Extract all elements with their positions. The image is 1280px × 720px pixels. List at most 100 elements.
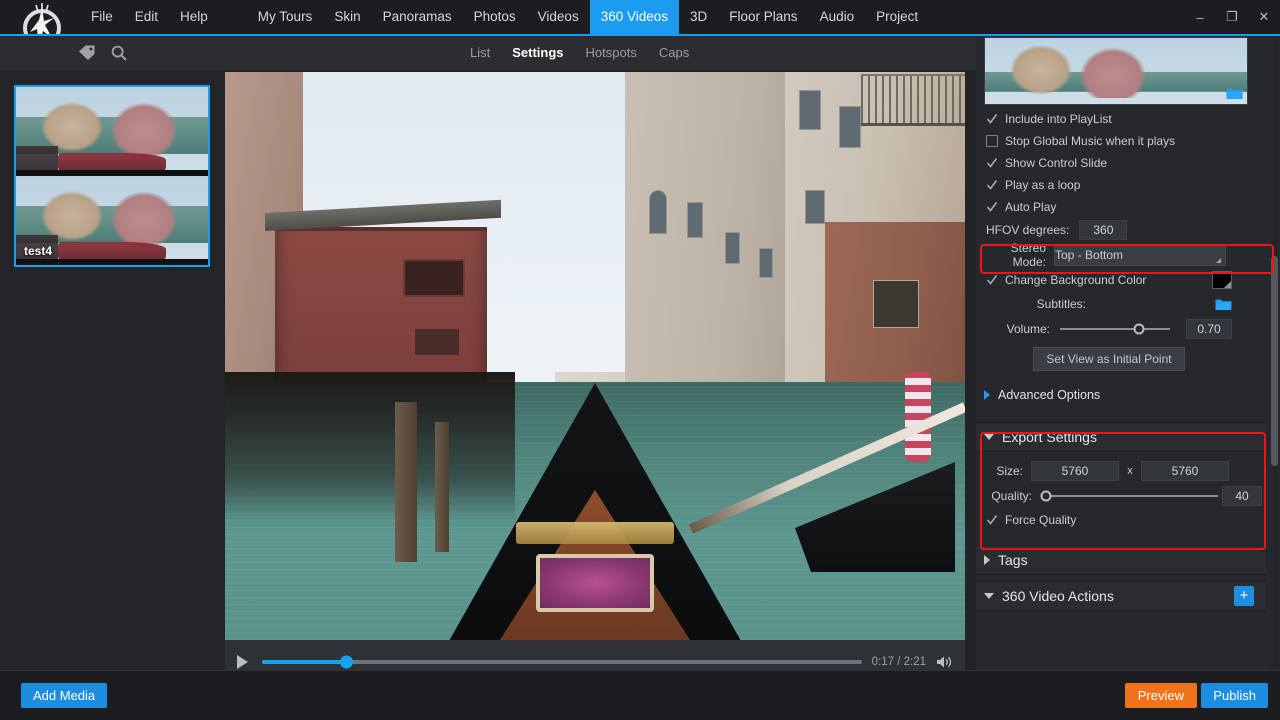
nav-360-videos[interactable]: 360 Videos bbox=[589, 0, 680, 34]
minimize-icon[interactable]: – bbox=[1184, 0, 1216, 34]
play-icon[interactable] bbox=[237, 655, 248, 669]
checkbox-checked-icon bbox=[986, 274, 998, 286]
video-actions-section-header[interactable]: 360 Video Actions + bbox=[976, 581, 1266, 611]
seek-handle[interactable] bbox=[339, 655, 353, 669]
restore-icon[interactable]: ❐ bbox=[1216, 0, 1248, 34]
close-icon[interactable]: ✕ bbox=[1248, 0, 1280, 34]
tab-list[interactable]: List bbox=[470, 36, 490, 70]
scene-piling bbox=[395, 402, 417, 562]
menu-file[interactable]: File bbox=[80, 0, 124, 34]
video-source-preview[interactable] bbox=[984, 37, 1248, 105]
scene-window bbox=[839, 106, 861, 148]
checkbox-unchecked-icon bbox=[986, 135, 998, 147]
stereo-mode-label: Stereo Mode: bbox=[1010, 241, 1046, 269]
advanced-options-section[interactable]: Advanced Options bbox=[976, 382, 1266, 408]
folder-icon[interactable] bbox=[1215, 297, 1232, 311]
tab-hotspots[interactable]: Hotspots bbox=[586, 36, 637, 70]
option-label: Include into PlayList bbox=[1005, 112, 1112, 126]
option-label: Auto Play bbox=[1005, 200, 1057, 214]
triangle-down-icon bbox=[984, 434, 994, 440]
option-include-playlist[interactable]: Include into PlayList bbox=[976, 108, 1266, 130]
export-settings-header[interactable]: Export Settings bbox=[976, 422, 1266, 452]
scene-shed-window bbox=[415, 329, 459, 355]
export-settings-section: Export Settings Size: 5760 x 5760 Qualit… bbox=[976, 422, 1266, 537]
video-seek-bar[interactable] bbox=[262, 655, 862, 669]
quality-slider-handle[interactable] bbox=[1040, 490, 1052, 502]
nav-videos[interactable]: Videos bbox=[527, 0, 590, 34]
thumbnail-item-test4[interactable]: test4 bbox=[14, 85, 210, 267]
nav-audio[interactable]: Audio bbox=[809, 0, 866, 34]
pano-bottom-strip bbox=[16, 258, 208, 265]
scene-window bbox=[759, 248, 773, 278]
scene-piling bbox=[435, 422, 449, 552]
video-canvas[interactable] bbox=[225, 72, 965, 640]
volume-slider-handle[interactable] bbox=[1133, 323, 1145, 335]
option-auto-play[interactable]: Auto Play bbox=[976, 196, 1266, 218]
scene-shadow bbox=[225, 372, 515, 522]
checkbox-checked-icon bbox=[986, 201, 998, 213]
option-label: Force Quality bbox=[1005, 513, 1077, 527]
scene-balcony bbox=[861, 74, 965, 126]
option-force-quality[interactable]: Force Quality bbox=[976, 509, 1266, 531]
subtitles-row: Subtitles: bbox=[976, 292, 1266, 316]
tab-caps[interactable]: Caps bbox=[659, 36, 689, 70]
tab-settings[interactable]: Settings bbox=[512, 36, 563, 70]
properties-panel: Include into PlayList Stop Global Music … bbox=[976, 36, 1280, 670]
add-action-button[interactable]: + bbox=[1234, 586, 1254, 606]
chevron-right-icon bbox=[984, 390, 990, 400]
option-play-as-loop[interactable]: Play as a loop bbox=[976, 174, 1266, 196]
export-height-input[interactable]: 5760 bbox=[1141, 461, 1229, 481]
add-media-button[interactable]: Add Media bbox=[21, 683, 108, 708]
chevron-down-icon bbox=[1216, 258, 1221, 263]
tags-title: Tags bbox=[998, 552, 1028, 568]
export-width-input[interactable]: 5760 bbox=[1031, 461, 1119, 481]
option-show-control-slide[interactable]: Show Control Slide bbox=[976, 152, 1266, 174]
option-stop-global-music[interactable]: Stop Global Music when it plays bbox=[976, 130, 1266, 152]
export-settings-title: Export Settings bbox=[1002, 429, 1097, 445]
tag-icon[interactable] bbox=[78, 44, 96, 62]
quality-slider[interactable] bbox=[1040, 490, 1218, 502]
nav-3d[interactable]: 3D bbox=[679, 0, 718, 34]
set-view-row: Set View as Initial Point bbox=[976, 342, 1266, 376]
panel-scrollbar-thumb[interactable] bbox=[1271, 256, 1278, 466]
scene-window bbox=[725, 232, 740, 264]
preview-button[interactable]: Preview bbox=[1124, 683, 1197, 708]
menu-help[interactable]: Help bbox=[169, 0, 219, 34]
nav-panoramas[interactable]: Panoramas bbox=[372, 0, 463, 34]
nav-project[interactable]: Project bbox=[865, 0, 929, 34]
publish-button[interactable]: Publish bbox=[1201, 683, 1268, 708]
stereo-mode-dropdown[interactable]: Top - Bottom bbox=[1054, 244, 1226, 266]
nav-my-tours[interactable]: My Tours bbox=[247, 0, 324, 34]
export-size-row: Size: 5760 x 5760 bbox=[976, 459, 1266, 483]
checkbox-checked-icon bbox=[986, 179, 998, 191]
speaker-icon[interactable] bbox=[936, 654, 953, 670]
nav-photos[interactable]: Photos bbox=[463, 0, 527, 34]
menu-edit[interactable]: Edit bbox=[124, 0, 169, 34]
volume-slider[interactable] bbox=[1060, 323, 1170, 335]
search-icon[interactable] bbox=[110, 44, 128, 62]
export-quality-row: Quality: 40 bbox=[976, 483, 1266, 509]
option-change-background-color[interactable]: Change Background Color bbox=[976, 268, 1266, 292]
main-nav-tabs: My Tours Skin Panoramas Photos Videos 36… bbox=[247, 0, 929, 34]
pano-gondola bbox=[58, 152, 166, 171]
quality-value-input[interactable]: 40 bbox=[1222, 486, 1262, 506]
properties-list: Include into PlayList Stop Global Music … bbox=[976, 108, 1266, 611]
option-label: Change Background Color bbox=[1005, 273, 1147, 287]
set-view-as-initial-point-button[interactable]: Set View as Initial Point bbox=[1033, 347, 1185, 371]
option-label: Stop Global Music when it plays bbox=[1005, 134, 1176, 148]
folder-icon[interactable] bbox=[1226, 86, 1243, 100]
checkbox-checked-icon bbox=[986, 514, 998, 526]
hfov-input[interactable]: 360 bbox=[1079, 220, 1128, 240]
tags-section-header[interactable]: Tags bbox=[976, 545, 1266, 575]
nav-floor-plans[interactable]: Floor Plans bbox=[718, 0, 808, 34]
scene-gondola-trim bbox=[516, 522, 674, 544]
background-color-swatch[interactable] bbox=[1212, 271, 1232, 289]
pano-preview-panel bbox=[985, 38, 1247, 104]
volume-value-input[interactable]: 0.70 bbox=[1186, 319, 1232, 339]
scene-lattice-window bbox=[873, 280, 919, 328]
nav-skin[interactable]: Skin bbox=[323, 0, 371, 34]
sub-toolbar-tabs: List Settings Hotspots Caps bbox=[470, 36, 689, 70]
checkbox-checked-icon bbox=[986, 113, 998, 125]
bottom-action-bar: Add Media Preview Publish bbox=[0, 670, 1280, 720]
scene-shed-window bbox=[403, 259, 465, 297]
